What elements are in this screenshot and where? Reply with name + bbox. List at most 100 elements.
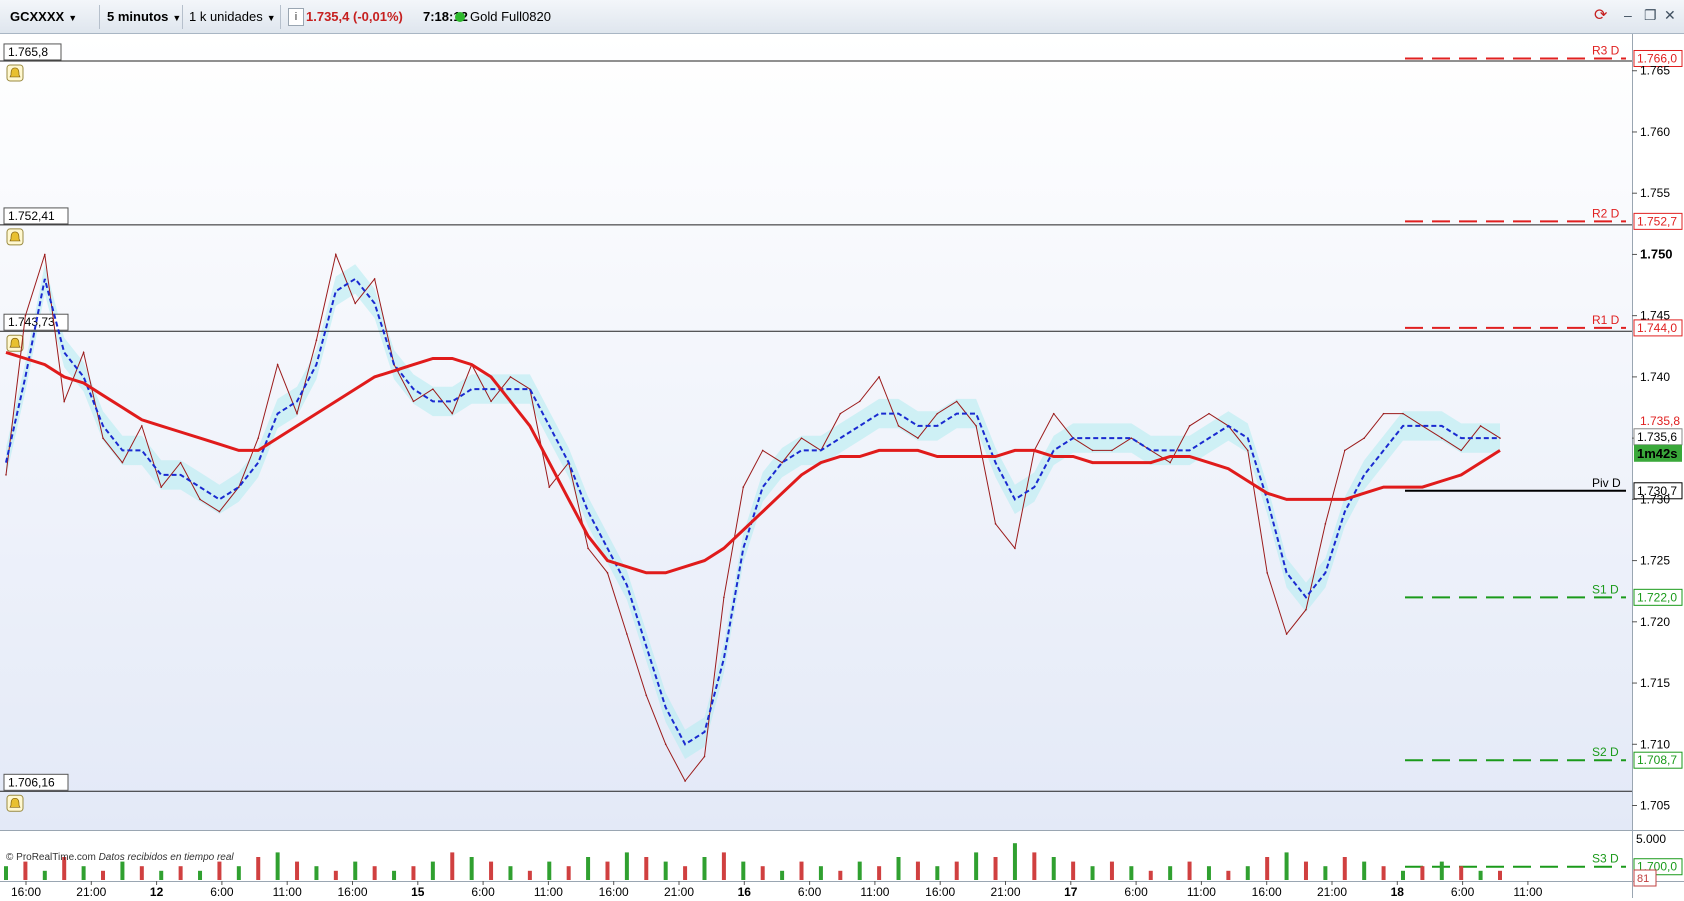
volume-bar [1071, 861, 1076, 880]
price-tick-label: 1.755 [1640, 186, 1670, 200]
time-tick-label: 16:00 [337, 885, 367, 898]
price-tick-label: 1.720 [1640, 615, 1670, 629]
price-tick-label: 1.745 [1640, 309, 1670, 323]
time-tick-label: 11:00 [1513, 885, 1542, 898]
chevron-down-icon: ▼ [172, 13, 182, 23]
price-tick-label: 1.740 [1640, 370, 1670, 384]
sync-icon[interactable]: ⟳ [1594, 5, 1607, 25]
info-icon[interactable]: i [288, 8, 304, 26]
price-point [936, 412, 939, 415]
price-point [490, 400, 492, 403]
volume-bar [547, 861, 552, 880]
close-icon[interactable]: ✕ [1664, 7, 1676, 24]
price-point [1460, 449, 1462, 452]
volume-bar [1206, 866, 1211, 880]
volume-current-label: 81 [1637, 873, 1649, 885]
hidden-price-label: 1.735,8 [1640, 414, 1680, 428]
volume-bar [566, 866, 571, 880]
time-tick-label: 16:00 [1252, 885, 1282, 898]
units-selector[interactable]: 1 k unidades ▼ [189, 6, 276, 28]
chart-area[interactable]: 1.765,8 1.752,41 1.743,73 1.706,16 R3 D 1.76… [0, 34, 1684, 899]
price-point [781, 461, 783, 464]
price-point [199, 498, 201, 501]
price-point [1208, 412, 1210, 415]
price-tick-label: 1.715 [1640, 676, 1670, 690]
alert-bell-icon [6, 64, 24, 82]
price-point [24, 314, 27, 317]
pivot-name-label: R1 D [1592, 313, 1620, 327]
volume-bar [702, 857, 707, 880]
volume-bar [527, 870, 532, 880]
price-point [121, 461, 124, 464]
price-point [975, 425, 977, 427]
time-tick-label: 11:00 [860, 885, 889, 898]
instrument-name: Gold Full0820 [470, 9, 551, 24]
price-point [82, 351, 85, 354]
price-point [626, 633, 628, 635]
toolbar-divider [182, 5, 183, 29]
volume-bar [81, 866, 86, 880]
price-point [218, 510, 221, 513]
time-tick-label: 6:00 [471, 885, 495, 898]
volume-bar [101, 870, 106, 880]
volume-bar [663, 861, 668, 880]
volume-bar [139, 866, 144, 880]
time-tick-label: 16 [738, 885, 752, 898]
price-tick-label: 1.710 [1640, 737, 1670, 751]
price-point [761, 449, 764, 452]
time-tick-label: 18 [1391, 885, 1405, 898]
price-point [451, 412, 454, 415]
volume-bar [1032, 852, 1037, 880]
volume-bar [489, 861, 494, 880]
volume-bar [411, 866, 416, 880]
volume-bar [605, 861, 610, 880]
price-point [1479, 425, 1482, 427]
volume-bar [1245, 866, 1250, 880]
price-point [373, 278, 376, 280]
price-point [994, 523, 997, 525]
symbol-selector[interactable]: GCXXXX ▼ [10, 6, 77, 28]
price-point [412, 400, 415, 403]
minimize-icon[interactable]: – [1624, 7, 1632, 23]
price-point [160, 486, 163, 488]
alert-bell-icon [6, 334, 24, 352]
volume-bar [1439, 861, 1444, 880]
price-point [1305, 608, 1307, 611]
price-point [5, 474, 7, 476]
price-tick-label: 1.730 [1640, 492, 1670, 506]
volume-pane-background [0, 831, 1632, 881]
bar-countdown-label: 1m42s [1637, 446, 1677, 461]
volume-axis-tick: 5.000 [1636, 832, 1666, 846]
volume-bar [353, 861, 358, 880]
price-chart[interactable]: 1.765,8 1.752,41 1.743,73 1.706,16 R3 D 1.76… [0, 34, 1684, 899]
volume-bar [430, 861, 435, 880]
time-tick-label: 6:00 [1124, 885, 1148, 898]
price-point [858, 400, 861, 403]
price-point [1052, 412, 1055, 415]
time-tick-label: 6:00 [1451, 885, 1475, 898]
price-point [703, 755, 706, 758]
restore-icon[interactable]: ❐ [1644, 7, 1657, 24]
price-point [509, 376, 512, 378]
price-tick-label: 1.725 [1640, 554, 1670, 568]
market-status-dot [455, 12, 465, 22]
level-price-label: 1.743,73 [8, 315, 55, 329]
current-price-label: 1.735,6 [1637, 430, 1677, 444]
price-point [955, 400, 958, 403]
time-tick-label: 6:00 [210, 885, 234, 898]
pivot-name-label: S2 D [1592, 745, 1619, 759]
volume-bar [450, 852, 455, 880]
timeframe-selector[interactable]: 5 minutos ▼ [107, 6, 181, 28]
pivot-name-label: S3 D [1592, 852, 1619, 866]
timeframe-label: 5 minutos [107, 9, 169, 24]
price-point [354, 302, 357, 305]
volume-bar [624, 852, 629, 880]
price-point [1402, 412, 1404, 415]
price-point [102, 437, 104, 439]
volume-bar [1284, 852, 1289, 880]
volume-bar [1051, 857, 1056, 880]
price-point [141, 425, 143, 427]
volume-bar [1420, 866, 1425, 880]
pivot-value-label: 1.744,0 [1637, 321, 1677, 335]
volume-bar [818, 866, 823, 880]
